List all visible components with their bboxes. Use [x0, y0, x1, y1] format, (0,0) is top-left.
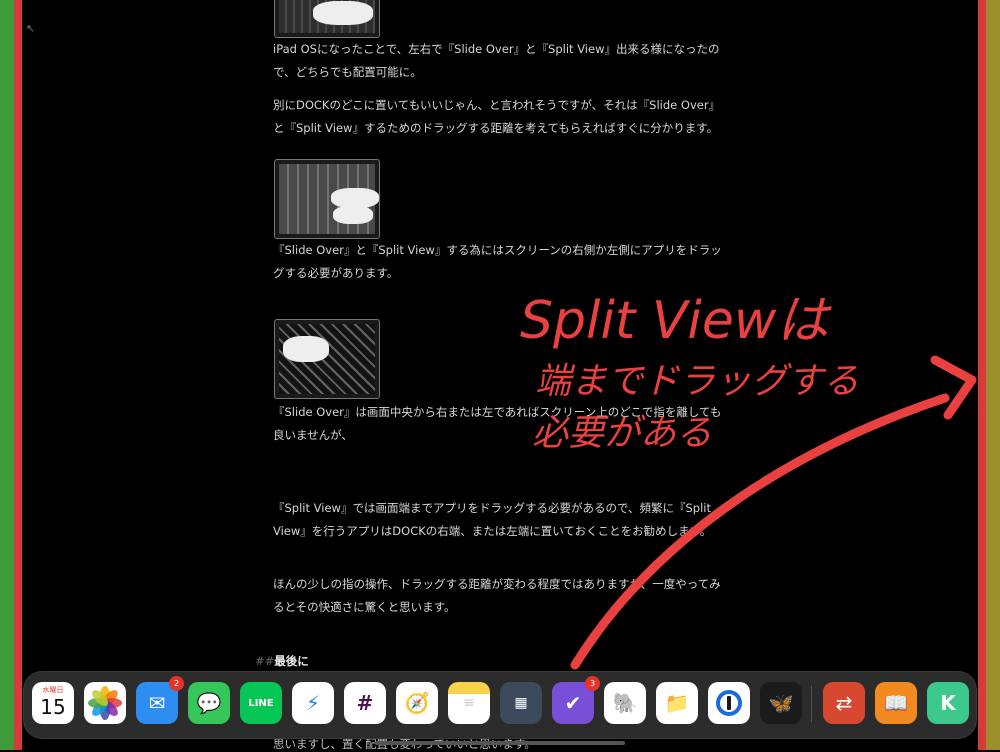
folder-icon: 📁	[664, 691, 690, 715]
thumbnail-speech-bubble	[313, 1, 373, 25]
annotation-arrow-head	[930, 355, 977, 420]
evernote-icon: 🐘	[612, 691, 638, 715]
messages-app[interactable]: 💬	[188, 682, 230, 724]
app-icon: K	[940, 691, 956, 715]
safari-icon: 🧭	[404, 691, 430, 715]
omnifocus-app[interactable]: ✔ 3	[552, 676, 600, 724]
expand-arrow-icon[interactable]: ↖	[26, 22, 35, 35]
thumbnail-speech-bubble	[333, 206, 373, 224]
notes-app[interactable]: ≡	[448, 682, 490, 724]
files-app[interactable]: 📁	[656, 682, 698, 724]
notification-badge: 2	[169, 676, 184, 691]
books-app[interactable]: 📖	[875, 682, 917, 724]
mail-app[interactable]: ✉ 2	[136, 676, 184, 724]
thumbnail-speech-bubble	[283, 336, 329, 362]
screenshot-thumbnail[interactable]	[274, 159, 380, 239]
heading-markdown-hash: ##	[255, 654, 275, 668]
books-icon: 📖	[883, 691, 909, 715]
calendar-app[interactable]: 水曜日 15	[32, 682, 74, 724]
annotation-line-1: Split Viewは	[520, 291, 832, 351]
remote-desktop-app[interactable]: ⇄	[823, 682, 865, 724]
dock-separator	[811, 686, 812, 722]
evernote-app[interactable]: 🐘	[604, 682, 646, 724]
slack-icon: #	[356, 691, 374, 715]
tes-app[interactable]: 🦋	[760, 682, 802, 724]
screenshot-thumbnail-top[interactable]	[274, 0, 380, 38]
annotation-line-2: 端までドラッグする	[535, 361, 859, 402]
home-indicator[interactable]	[375, 741, 625, 745]
calendar-date: 15	[40, 695, 66, 719]
notification-badge: 3	[585, 676, 600, 691]
messenger-icon: ⚡	[305, 691, 321, 715]
checkmark-icon: ✔	[564, 691, 582, 715]
line-app[interactable]: LINE	[240, 682, 282, 724]
line-icon: LINE	[248, 697, 274, 709]
calendar-weekday: 水曜日	[42, 686, 64, 694]
article-paragraph: 『Slide Over』は画面中央から右または左であればスクリーン上のどこで指を…	[273, 405, 722, 442]
article-paragraph: iPad OSになったことで、左右で『Slide Over』と『Split Vi…	[273, 42, 720, 79]
messages-icon: 💬	[196, 691, 222, 715]
article-paragraph: 『Split View』では画面端までアプリをドラッグする必要があるので、頻繁に…	[273, 501, 712, 538]
photos-app[interactable]	[84, 682, 126, 724]
thumbnail-speech-bubble	[331, 188, 379, 208]
dock: 水曜日 15 ✉ 2 💬 LINE ⚡ # 🧭 ≡ ▦ ✔ 3 🐘 📁 🦋 ⇄ …	[24, 672, 976, 738]
mail-icon: ✉	[148, 691, 166, 715]
green-app[interactable]: K	[927, 682, 969, 724]
calculator-app[interactable]: ▦	[500, 682, 542, 724]
screenshot-thumbnail[interactable]	[274, 319, 380, 399]
article-paragraph: ほんの少しの指の操作、ドラッグする距離が変わる程度ではありますが、一度やってみる…	[273, 577, 721, 614]
photos-icon	[88, 686, 122, 720]
messenger-app[interactable]: ⚡	[292, 682, 334, 724]
right-edge-olive-band	[984, 0, 1000, 750]
right-edge-red-band	[978, 0, 986, 750]
slack-app[interactable]: #	[344, 682, 386, 724]
article-paragraph: 『Slide Over』と『Split View』する為にはスクリーンの右側か左…	[273, 243, 722, 280]
article-paragraph: 別にDOCKのどこに置いてもいいじゃん、と言われそうですが、それは『Slide …	[273, 98, 721, 135]
section-heading: ##最後に	[255, 653, 309, 669]
butterfly-icon: 🦋	[768, 691, 794, 715]
heading-text: 最後に	[274, 654, 309, 668]
safari-app[interactable]: 🧭	[396, 682, 438, 724]
left-edge-red-band	[14, 0, 22, 750]
1password-app[interactable]	[708, 682, 750, 724]
notes-icon: ≡	[463, 695, 475, 711]
1password-icon	[716, 690, 742, 716]
remote-desktop-icon: ⇄	[835, 691, 853, 715]
calculator-icon: ▦	[514, 695, 528, 711]
